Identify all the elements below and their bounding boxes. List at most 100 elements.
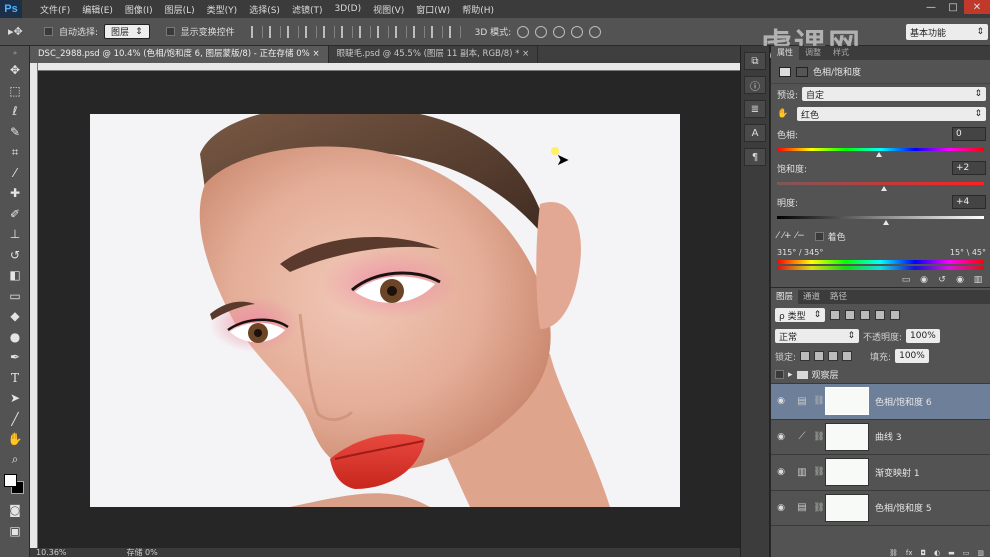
channel-dropdown[interactable]: 红色 ⇕	[797, 107, 986, 121]
character-panel-icon[interactable]: A	[744, 124, 766, 142]
fx-icon[interactable]: fx	[906, 549, 913, 557]
lock-pixels-icon[interactable]	[814, 351, 825, 361]
align-left-icon[interactable]	[304, 25, 317, 38]
eyedropper-minus-icon[interactable]: ⁄−	[796, 231, 805, 241]
layer-mask-thumbnail[interactable]	[825, 422, 869, 451]
history-brush-tool-icon[interactable]: ↺	[0, 245, 30, 266]
add-mask-icon[interactable]: ◘	[920, 549, 926, 557]
distribute-top-icon[interactable]	[358, 25, 371, 38]
menu-filter[interactable]: 滤镜(T)	[286, 3, 329, 16]
menu-window[interactable]: 窗口(W)	[410, 3, 456, 16]
color-swatches[interactable]	[0, 470, 30, 500]
crop-tool-icon[interactable]: ⌗	[0, 142, 30, 163]
ruler-vertical[interactable]	[30, 63, 38, 548]
eyedropper-icon[interactable]: ⁄	[777, 231, 779, 241]
hue-input[interactable]: 0	[952, 127, 986, 141]
new-layer-icon[interactable]: ▭	[963, 549, 970, 557]
history-panel-icon[interactable]: ⧉	[744, 52, 766, 70]
distribute-hcenter-icon[interactable]	[430, 25, 443, 38]
new-group-icon[interactable]: ▬	[948, 549, 955, 557]
filter-smart-object-icon[interactable]	[890, 310, 901, 320]
move-tool-preset-icon[interactable]: ▸✥	[8, 25, 38, 38]
colorize-checkbox[interactable]	[814, 231, 824, 241]
lasso-tool-icon[interactable]: ℓ	[0, 101, 30, 122]
layer-group[interactable]: ▸ 观察层	[771, 366, 990, 384]
3d-scale-icon[interactable]	[589, 25, 602, 38]
hue-slider[interactable]	[777, 144, 984, 158]
foreground-color-swatch[interactable]	[4, 474, 17, 487]
menu-edit[interactable]: 编辑(E)	[76, 3, 119, 16]
dodge-tool-icon[interactable]: ●	[0, 327, 30, 348]
saturation-input[interactable]: +2	[952, 161, 986, 175]
lock-position-icon[interactable]	[828, 351, 839, 361]
gradient-tool-icon[interactable]: ▭	[0, 286, 30, 307]
3d-drag-icon[interactable]	[553, 25, 566, 38]
auto-select-dropdown[interactable]: 图层 ⇕	[104, 24, 150, 39]
eye-icon[interactable]: ◉	[771, 467, 791, 477]
clone-stamp-tool-icon[interactable]: ⊥	[0, 224, 30, 245]
pen-tool-icon[interactable]: ✒	[0, 347, 30, 368]
ruler-horizontal[interactable]	[38, 63, 740, 71]
menu-file[interactable]: 文件(F)	[34, 3, 76, 16]
mask-icon[interactable]	[796, 66, 808, 77]
show-transform-checkbox[interactable]	[165, 27, 175, 36]
menu-view[interactable]: 视图(V)	[367, 3, 410, 16]
move-tool-icon[interactable]: ✥	[0, 60, 30, 81]
distribute-vcenter-icon[interactable]	[376, 25, 389, 38]
preset-dropdown[interactable]: 自定 ⇕	[802, 87, 986, 101]
layer-filter-dropdown[interactable]: ρ 类型 ⇕	[775, 308, 826, 322]
fill-input[interactable]: 100%	[895, 349, 929, 363]
saturation-slider[interactable]	[777, 178, 984, 192]
3d-slide-icon[interactable]	[571, 25, 584, 38]
adjustment-icon[interactable]	[779, 66, 791, 77]
color-range-bar[interactable]	[777, 260, 984, 264]
targeted-adjust-icon[interactable]: ✋	[777, 109, 793, 119]
brush-tool-icon[interactable]: ✐	[0, 204, 30, 225]
lightness-slider[interactable]	[777, 212, 984, 226]
saturation-thumb[interactable]	[880, 186, 887, 191]
menu-3d[interactable]: 3D(D)	[328, 4, 367, 14]
paragraph-panel-icon[interactable]: ≣	[744, 100, 766, 118]
tab-layers[interactable]: 图层	[771, 290, 799, 304]
layer-row[interactable]: ◉ ▥ ⛓ 渐变映射 1	[771, 455, 990, 491]
tab-styles[interactable]: 样式	[827, 46, 855, 60]
filter-pixel-icon[interactable]	[830, 310, 841, 320]
distribute-right-icon[interactable]	[448, 25, 461, 38]
line-tool-icon[interactable]: ╱	[0, 409, 30, 430]
tab-dsc-2988[interactable]: DSC_2988.psd @ 10.4% (色相/饱和度 6, 图层蒙版/8) …	[30, 46, 329, 63]
3d-rotate-icon[interactable]	[517, 25, 530, 38]
workspace-dropdown[interactable]: 基本功能 ⇕	[906, 24, 988, 40]
quick-mask-icon[interactable]: ◙	[0, 500, 30, 521]
new-adjustment-icon[interactable]: ◐	[934, 549, 940, 557]
auto-select-checkbox[interactable]	[44, 27, 53, 36]
layer-row[interactable]: ◉ ▤ ⛓ 色相/饱和度 5	[771, 491, 990, 526]
blur-tool-icon[interactable]: ◆	[0, 306, 30, 327]
menu-select[interactable]: 选择(S)	[243, 3, 286, 16]
menu-image[interactable]: 图像(I)	[119, 3, 159, 16]
tab-eyelashes[interactable]: 眼睫毛.psd @ 45.5% (图层 11 副本, RGB/8) * ×	[329, 46, 539, 63]
3d-roll-icon[interactable]	[535, 25, 548, 38]
align-bottom-icon[interactable]	[286, 25, 299, 38]
eyedropper-plus-icon[interactable]: ⁄+	[783, 231, 792, 241]
eye-icon[interactable]: ◉	[771, 432, 791, 442]
lock-transparent-icon[interactable]	[800, 351, 811, 361]
blend-mode-dropdown[interactable]: 正常 ⇕	[775, 329, 859, 343]
tab-channels[interactable]: 通道	[798, 290, 825, 304]
quick-select-tool-icon[interactable]: ✎	[0, 122, 30, 143]
document-image[interactable]	[90, 114, 680, 507]
healing-brush-tool-icon[interactable]: ✚	[0, 183, 30, 204]
align-top-icon[interactable]	[250, 25, 263, 38]
align-right-icon[interactable]	[340, 25, 353, 38]
filter-adjustment-icon[interactable]	[845, 310, 856, 320]
opacity-input[interactable]: 100%	[906, 329, 940, 343]
distribute-bottom-icon[interactable]	[394, 25, 407, 38]
tab-adjustments[interactable]: 调整	[799, 46, 827, 60]
distribute-left-icon[interactable]	[412, 25, 425, 38]
link-icon[interactable]: ⛓	[813, 432, 825, 442]
hue-thumb[interactable]	[876, 152, 883, 157]
zoom-tool-icon[interactable]: ⌕	[0, 450, 30, 471]
eye-icon[interactable]: ◉	[771, 396, 791, 406]
eraser-tool-icon[interactable]: ◧	[0, 265, 30, 286]
path-select-tool-icon[interactable]: ➤	[0, 388, 30, 409]
lightness-thumb[interactable]	[882, 220, 889, 225]
